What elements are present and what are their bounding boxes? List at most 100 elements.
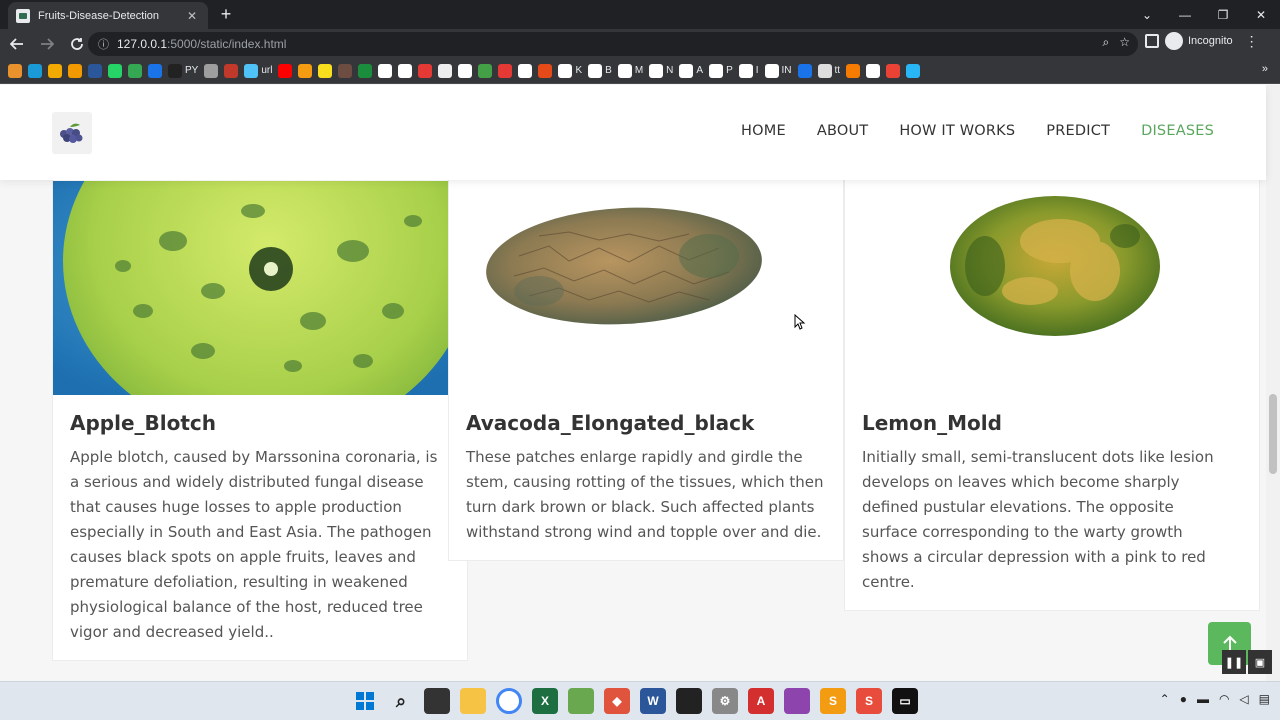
bookmark-icon [278,63,293,78]
bookmark-icon [318,63,333,78]
maximize-button[interactable]: ❐ [1204,0,1242,29]
acrobat-icon[interactable]: A [748,688,774,714]
sublime-icon[interactable]: S [820,688,846,714]
bookmark-item[interactable] [48,63,62,78]
bookmark-item[interactable] [68,63,82,78]
app-icon[interactable] [676,688,702,714]
description-line: shows a circular depression with a pink … [862,548,1206,566]
word-icon[interactable]: W [640,688,666,714]
new-tab-button[interactable]: + [216,4,236,24]
search-icon[interactable]: ⌕ [388,688,414,714]
bookmark-item[interactable] [538,63,553,78]
notifications-icon[interactable]: ▤ [1259,692,1270,706]
bookmark-item[interactable] [498,63,513,78]
task-view-icon[interactable] [424,688,450,714]
bookmark-item[interactable] [338,63,353,78]
nav-home[interactable]: HOME [741,123,786,139]
bookmark-item[interactable] [108,63,122,78]
bookmark-item[interactable] [318,63,333,78]
forward-button[interactable] [34,31,60,57]
bookmark-item[interactable] [518,63,533,78]
bookmark-item[interactable] [128,63,142,78]
bookmark-item[interactable] [478,63,493,78]
bookmark-item[interactable] [224,63,239,78]
site-header: HOME ABOUT HOW IT WORKS PREDICT DISEASES [0,85,1266,180]
description-line: a serious and widely distributed fungal … [70,473,424,491]
file-explorer-icon[interactable] [460,688,486,714]
screen-recorder-icon[interactable]: S [856,688,882,714]
scrollbar-thumb[interactable] [1269,394,1277,474]
nav-how-it-works[interactable]: HOW IT WORKS [899,123,1015,139]
info-icon[interactable]: ⓘ [98,36,109,52]
bookmark-item[interactable] [378,63,393,78]
settings-icon[interactable]: ⚙ [712,688,738,714]
bookmark-item[interactable] [458,63,473,78]
tab-close-icon[interactable]: ✕ [184,9,200,23]
description-line: surface corresponding to the warty growt… [862,523,1183,541]
bookmark-item[interactable] [438,63,453,78]
bookmark-item[interactable] [866,63,881,78]
site-logo[interactable] [52,112,92,154]
bookmark-item[interactable] [358,63,373,78]
bookmark-item[interactable]: K [558,63,582,78]
page-scrollbar[interactable] [1266,85,1280,681]
card-description: Initially small, semi-translucent dots l… [862,445,1257,595]
bookmark-item[interactable] [278,63,293,78]
description-line: premature defoliation, resulting in weak… [70,573,408,591]
bookmark-item[interactable]: N [649,63,673,78]
microphone-icon[interactable]: ● [1180,692,1187,706]
close-window-button[interactable]: ✕ [1242,0,1280,29]
incognito-profile[interactable]: Incognito [1165,32,1233,50]
bookmark-item[interactable] [148,63,162,78]
pause-icon[interactable]: ❚❚ [1222,650,1246,674]
bookmark-item[interactable]: P [709,63,733,78]
bookmark-item[interactable]: I [738,63,759,78]
winrar-icon[interactable] [784,688,810,714]
paint-icon[interactable] [568,688,594,714]
bookmark-item[interactable] [846,63,861,78]
picture-in-picture-icon[interactable]: ▣ [1248,650,1272,674]
bookmark-item[interactable] [298,63,313,78]
nav-diseases[interactable]: DISEASES [1141,123,1214,139]
nav-about[interactable]: ABOUT [817,123,869,139]
battery-icon[interactable]: ▬ [1197,692,1209,706]
zoom-icon[interactable]: ⌕ [1103,35,1110,50]
bookmark-item[interactable]: tt [817,63,840,78]
bookmark-item[interactable] [906,63,921,78]
minimize-button[interactable]: — [1166,0,1204,29]
bookmark-item[interactable] [418,63,433,78]
bookmark-item[interactable] [886,63,901,78]
reload-button[interactable] [64,31,90,57]
bookmark-star-icon[interactable]: ☆ [1119,35,1130,50]
menu-icon[interactable]: ⋮ [1245,33,1259,50]
back-button[interactable] [4,31,30,57]
volume-icon[interactable]: ◁ [1239,692,1248,706]
excel-icon[interactable]: X [532,688,558,714]
address-bar[interactable]: ⓘ 127.0.0.1:5000/static/index.html ⌕ ☆ [88,32,1138,56]
chrome-icon[interactable] [496,688,522,714]
terminal-icon[interactable]: ▭ [892,688,918,714]
bookmark-label: I [755,65,759,76]
bookmark-item[interactable]: M [617,63,643,78]
bookmark-item[interactable] [797,63,812,78]
bookmark-item[interactable] [398,63,413,78]
bookmark-item[interactable] [8,63,22,78]
wifi-icon[interactable]: ◠ [1219,692,1229,706]
anydesk-icon[interactable]: ◆ [604,688,630,714]
bookmark-item[interactable]: IN [764,63,792,78]
chevron-up-icon[interactable]: ⌃ [1160,692,1170,706]
bookmark-item[interactable] [28,63,42,78]
tab-search-icon[interactable]: ⌄ [1128,0,1166,29]
windows-start-icon[interactable] [352,688,378,714]
bookmark-item[interactable]: A [679,63,703,78]
bookmark-item[interactable] [204,63,219,78]
browser-tab[interactable]: Fruits-Disease-Detection ✕ [8,2,208,29]
arrow-left-icon [10,37,23,50]
bookmark-item[interactable]: url [244,63,272,78]
more-bookmarks-icon[interactable]: » [1262,63,1268,75]
side-panel-icon[interactable] [1145,34,1159,48]
bookmark-item[interactable] [88,63,102,78]
bookmark-item[interactable]: B [588,63,612,78]
nav-predict[interactable]: PREDICT [1046,123,1110,139]
bookmark-item[interactable]: PY [168,63,198,78]
